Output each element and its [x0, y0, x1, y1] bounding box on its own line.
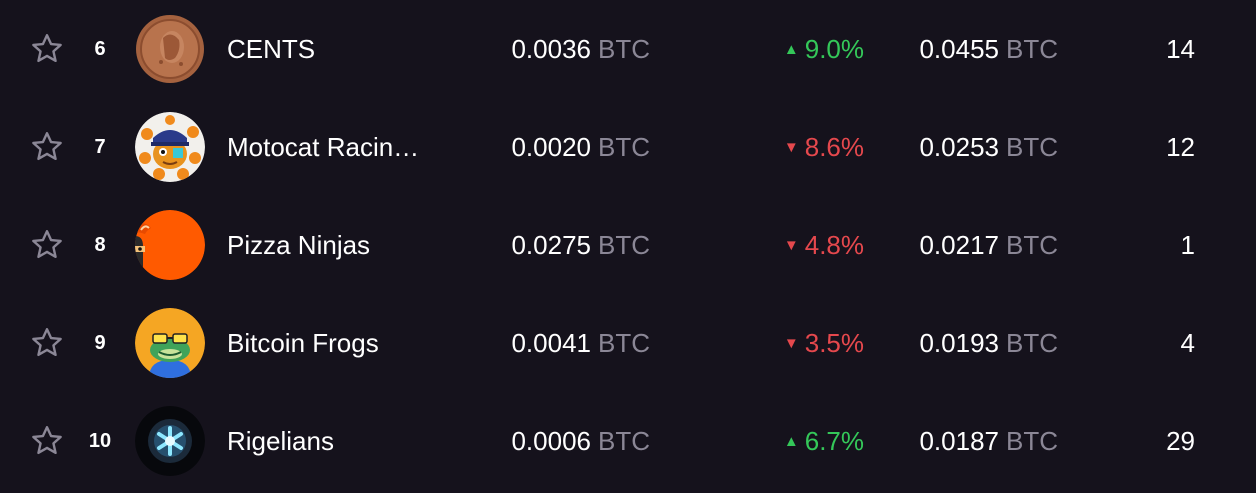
sales-count: 4 — [1180, 328, 1195, 358]
volume: 0.0193 BTC — [919, 327, 1058, 359]
floor-value: 0.0020 — [511, 132, 591, 162]
volume-value: 0.0455 — [919, 34, 999, 64]
motocat-avatar[interactable] — [135, 112, 205, 182]
price-change: ▼ 8.6% — [784, 131, 864, 164]
change-value: 3.5% — [804, 328, 864, 358]
star-icon[interactable] — [29, 325, 65, 361]
penny-coin-avatar[interactable] — [135, 14, 205, 84]
price-change: ▲ 6.7% — [784, 425, 864, 458]
bitcoin-frog-avatar[interactable] — [135, 308, 205, 378]
change-value: 8.6% — [804, 132, 864, 162]
floor-price: 0.0020 BTC — [511, 131, 650, 163]
currency-unit: BTC — [598, 34, 650, 64]
currency-unit: BTC — [598, 426, 650, 456]
triangle-down-icon: ▼ — [783, 335, 799, 352]
star-icon[interactable] — [29, 31, 65, 67]
volume-value: 0.0187 — [919, 426, 999, 456]
star-icon[interactable] — [29, 129, 65, 165]
sales-count: 12 — [1166, 132, 1195, 162]
collection-name[interactable]: CENTS — [227, 33, 449, 65]
floor-price: 0.0041 BTC — [511, 327, 650, 359]
currency-unit: BTC — [1006, 426, 1058, 456]
change-value: 4.8% — [804, 230, 864, 260]
price-change: ▲ 9.0% — [784, 33, 864, 66]
floor-value: 0.0041 — [511, 328, 591, 358]
triangle-down-icon: ▼ — [783, 139, 799, 156]
pizza-ninja-avatar[interactable] — [135, 210, 205, 280]
table-row[interactable]: 6 CENTS 0.0036 BTC ▲ 9.0% 0.0455 BTC 14 — [0, 0, 1256, 98]
volume-value: 0.0193 — [919, 328, 999, 358]
star-icon[interactable] — [29, 227, 65, 263]
table-row[interactable]: 8 Pizza Ninjas 0.0275 BTC ▼ 4.8% 0.0217 BTC… — [0, 196, 1256, 294]
rigelian-avatar[interactable] — [135, 406, 205, 476]
currency-unit: BTC — [598, 328, 650, 358]
currency-unit: BTC — [598, 132, 650, 162]
floor-price: 0.0275 BTC — [511, 229, 650, 261]
triangle-down-icon: ▼ — [783, 237, 799, 254]
floor-price: 0.0006 BTC — [511, 425, 650, 457]
currency-unit: BTC — [1006, 132, 1058, 162]
triangle-up-icon: ▲ — [783, 41, 799, 58]
table-row[interactable]: 7 Motocat Racin… 0.0020 BTC ▼ 8.6% 0.025… — [0, 98, 1256, 196]
rank-number: 6 — [94, 38, 106, 60]
rank-number: 8 — [94, 234, 106, 256]
sales-count: 1 — [1180, 230, 1195, 260]
change-value: 9.0% — [804, 34, 864, 64]
sales-count: 29 — [1166, 426, 1195, 456]
rank-number: 7 — [94, 136, 106, 158]
volume: 0.0187 BTC — [919, 425, 1058, 457]
currency-unit: BTC — [598, 230, 650, 260]
volume: 0.0217 BTC — [919, 229, 1058, 261]
currency-unit: BTC — [1006, 328, 1058, 358]
collection-name[interactable]: Pizza Ninjas — [227, 229, 449, 261]
collection-name[interactable]: Bitcoin Frogs — [227, 327, 449, 359]
floor-value: 0.0275 — [511, 230, 591, 260]
sales-count: 14 — [1166, 34, 1195, 64]
floor-price: 0.0036 BTC — [511, 33, 650, 65]
collections-table: 6 CENTS 0.0036 BTC ▲ 9.0% 0.0455 BTC 14 7 — [0, 0, 1256, 493]
floor-value: 0.0036 — [511, 34, 591, 64]
triangle-up-icon: ▲ — [783, 433, 799, 450]
rank-number: 9 — [94, 332, 106, 354]
volume-value: 0.0253 — [919, 132, 999, 162]
price-change: ▼ 4.8% — [784, 229, 864, 262]
collection-name[interactable]: Rigelians — [227, 425, 449, 457]
collection-name[interactable]: Motocat Racin… — [227, 131, 449, 163]
table-row[interactable]: 10 Rigelians 0.0006 BTC ▲ 6.7% 0.0187 BTC 2… — [0, 392, 1256, 490]
volume-value: 0.0217 — [919, 230, 999, 260]
volume: 0.0455 BTC — [919, 33, 1058, 65]
rank-number: 10 — [88, 430, 112, 452]
change-value: 6.7% — [804, 426, 864, 456]
star-icon[interactable] — [29, 423, 65, 459]
volume: 0.0253 BTC — [919, 131, 1058, 163]
currency-unit: BTC — [1006, 34, 1058, 64]
price-change: ▼ 3.5% — [784, 327, 864, 360]
table-row[interactable]: 9 Bitcoin Frogs 0.0041 BTC ▼ 3.5% 0.0193 BT… — [0, 294, 1256, 392]
currency-unit: BTC — [1006, 230, 1058, 260]
floor-value: 0.0006 — [511, 426, 591, 456]
